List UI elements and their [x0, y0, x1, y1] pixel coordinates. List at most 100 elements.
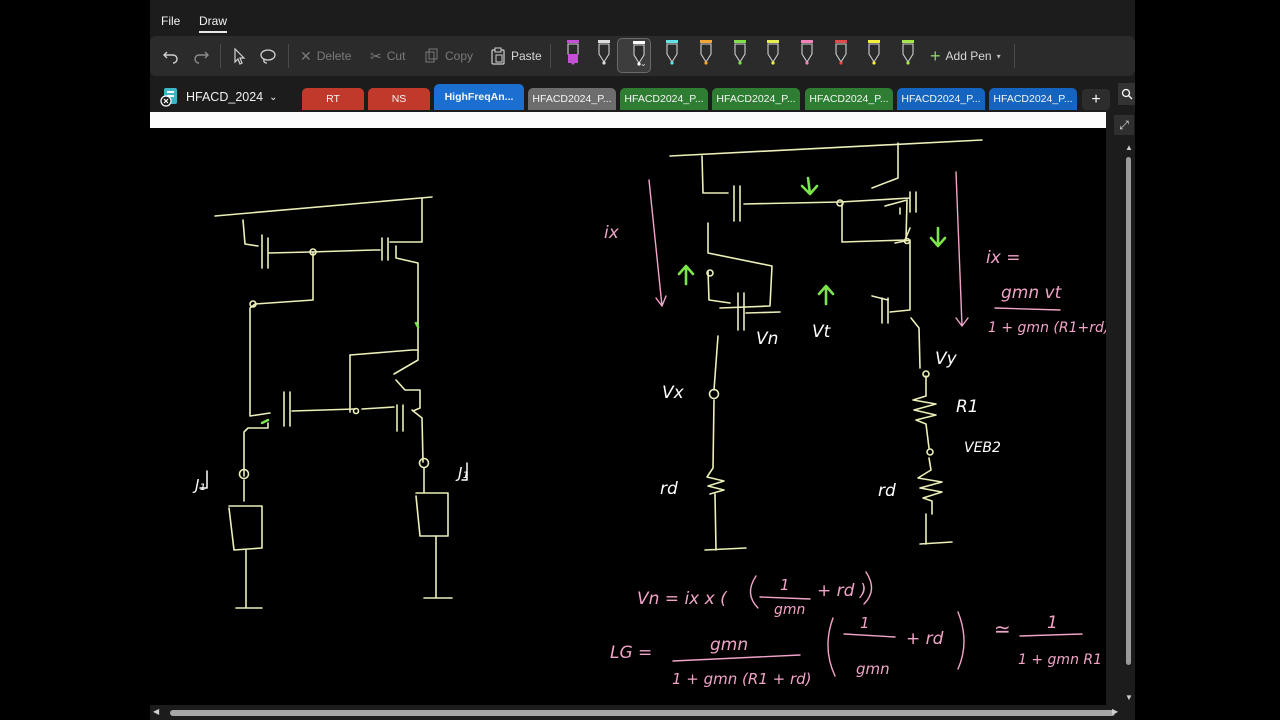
- lg-formula-num: gmn: [710, 635, 748, 655]
- copy-label: Copy: [445, 49, 474, 63]
- select-tool-button[interactable]: [230, 36, 248, 76]
- menu-draw[interactable]: Draw: [199, 14, 227, 28]
- pen-5[interactable]: [695, 38, 717, 72]
- delete-button[interactable]: ✕ Delete: [300, 36, 351, 76]
- add-section-button[interactable]: +: [1082, 89, 1110, 110]
- cut-button[interactable]: ✂ Cut: [370, 36, 405, 76]
- search-button[interactable]: [1118, 83, 1135, 105]
- plus-icon: +: [1091, 90, 1101, 108]
- section-tab[interactable]: RT: [302, 88, 364, 110]
- label-ix: ix: [604, 223, 620, 243]
- menu-bar: File Draw: [150, 0, 1135, 36]
- handwritten-notes: Vx Vn Vt Vy R1 VEB2 rd rd J₁ J₁ ix ix = …: [192, 139, 1109, 688]
- vn-formula-frac-den: gmn: [774, 602, 805, 618]
- section-tab[interactable]: HFACD2024_P...: [989, 88, 1077, 110]
- pen-icon: [598, 40, 610, 65]
- pen-icon: [567, 40, 579, 65]
- section-tab[interactable]: HFACD2024_P...: [620, 88, 708, 110]
- pen-icon: [902, 40, 914, 65]
- undo-icon: [163, 51, 178, 64]
- chevron-down-icon: ⌄: [640, 59, 647, 68]
- ix-current-lines: [648, 171, 969, 327]
- section-tab[interactable]: HFACD2024_P...: [805, 88, 893, 110]
- ink-canvas[interactable]: Vx Vn Vt Vy R1 VEB2 rd rd J₁ J₁ ix ix = …: [150, 128, 1109, 705]
- menu-file[interactable]: File: [161, 14, 180, 28]
- vn-formula-rest: + rd ): [817, 581, 866, 601]
- horizontal-scroll-thumb[interactable]: [170, 710, 1115, 716]
- left-circuit: [214, 196, 453, 609]
- pen-2[interactable]: [593, 38, 615, 72]
- pen-10[interactable]: [863, 38, 885, 72]
- label-rd-left: rd: [660, 479, 678, 499]
- pen-8[interactable]: [796, 38, 818, 72]
- pen-icon: [666, 40, 678, 65]
- label-vx: Vx: [662, 383, 685, 403]
- ix-formula-lhs: ix =: [986, 248, 1020, 268]
- undo-button[interactable]: [162, 36, 180, 76]
- label-vt: Vt: [812, 322, 832, 342]
- lasso-select-button[interactable]: [258, 36, 278, 76]
- paste-button[interactable]: Paste: [490, 36, 542, 76]
- scroll-up-icon[interactable]: ▲: [1125, 143, 1133, 152]
- scroll-right-icon[interactable]: ▶: [1112, 707, 1118, 716]
- vn-formula-lhs: Vn = ix x (: [637, 589, 728, 609]
- label-r1: R1: [956, 397, 979, 417]
- page-header-strip: [150, 112, 1106, 128]
- notebook-name: HFACD_2024: [186, 90, 264, 104]
- lg-result-den: 1 + gmn R1: [1018, 652, 1102, 668]
- pen-icon: [734, 40, 746, 65]
- pen-icon: [801, 40, 813, 65]
- pen-4[interactable]: [661, 38, 683, 72]
- lg-paren-num: 1: [860, 614, 870, 632]
- notebook-selector[interactable]: HFACD_2024 ⌄: [160, 87, 278, 107]
- add-pen-button[interactable]: + Add Pen ▾: [930, 36, 1001, 76]
- delete-label: Delete: [316, 49, 352, 63]
- section-tab[interactable]: HFACD2024_P...: [897, 88, 985, 110]
- ribbon-divider: [220, 44, 221, 68]
- scroll-down-icon[interactable]: ▼: [1125, 693, 1133, 702]
- section-tab[interactable]: HFACD2024_P...: [712, 88, 800, 110]
- label-vn: Vn: [756, 329, 778, 349]
- notebook-icon: [160, 88, 177, 107]
- draw-ribbon: ✕ Delete ✂ Cut Copy Paste ⌄ + Add Pen ▾: [150, 36, 1135, 76]
- search-icon: [1121, 88, 1132, 100]
- pen-11[interactable]: [897, 38, 919, 72]
- lg-result-num: 1: [1047, 613, 1058, 633]
- pen-9[interactable]: [830, 38, 852, 72]
- add-pen-label: Add Pen: [945, 49, 992, 63]
- active-menu-indicator: [199, 31, 227, 33]
- pen-3[interactable]: ⌄: [617, 38, 651, 73]
- label-rd-right: rd: [878, 481, 896, 501]
- copy-button[interactable]: Copy: [424, 36, 473, 76]
- chevron-down-icon: ⌄: [269, 91, 278, 103]
- pen-1[interactable]: [562, 38, 584, 72]
- copy-icon: [425, 48, 438, 63]
- expand-page-button[interactable]: ⤢: [1114, 115, 1134, 135]
- section-tab[interactable]: HFACD2024_P...: [528, 88, 616, 110]
- ribbon-divider: [288, 44, 289, 68]
- right-circuit: [669, 139, 983, 551]
- delete-x-icon: ✕: [300, 47, 312, 64]
- section-tab[interactable]: HighFreqAn...: [434, 84, 524, 110]
- section-tab-bar: HFACD_2024 ⌄ RT NS HighFreqAn... HFACD2024_…: [150, 80, 1135, 112]
- pen-6[interactable]: [729, 38, 751, 72]
- vertical-scroll-thumb[interactable]: [1126, 157, 1131, 665]
- scroll-left-icon[interactable]: ◀: [153, 707, 159, 716]
- chevron-down-icon: ▾: [996, 51, 1001, 61]
- pen-icon: [767, 40, 779, 65]
- pen-7[interactable]: [762, 38, 784, 72]
- cursor-icon: [234, 47, 246, 65]
- vn-formula-frac-num: 1: [780, 576, 790, 594]
- lg-approx: ≃: [994, 617, 1011, 641]
- lg-formula-den: 1 + gmn (R1 + rd): [672, 670, 812, 688]
- label-veb2: VEB2: [964, 440, 1001, 456]
- redo-button[interactable]: [192, 36, 210, 76]
- ix-formula-denominator: 1 + gmn (R1+rd): [988, 320, 1106, 336]
- cut-label: Cut: [386, 49, 406, 63]
- lg-paren-rest: + rd: [906, 629, 944, 649]
- onenote-window: File Draw ✕ Delete ✂ Cut Copy Paste ⌄ + …: [150, 0, 1135, 720]
- section-tab[interactable]: NS: [368, 88, 430, 110]
- paste-label: Paste: [511, 49, 542, 63]
- redo-icon: [194, 51, 209, 64]
- pen-icon: [835, 40, 847, 65]
